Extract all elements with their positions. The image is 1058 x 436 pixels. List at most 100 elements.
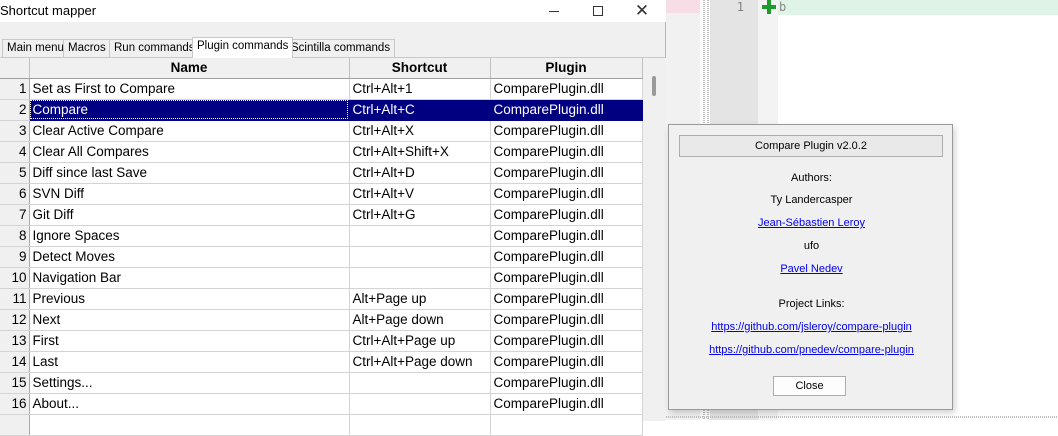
table-row[interactable]: 15 Settings... ComparePlugin.dll: [0, 372, 643, 394]
tab-run-commands[interactable]: Run commands: [109, 39, 200, 57]
row-number[interactable]: 6: [0, 183, 30, 205]
cell-plugin[interactable]: ComparePlugin.dll: [490, 204, 643, 226]
cell-shortcut[interactable]: Ctrl+Alt+C: [349, 99, 491, 121]
cell-shortcut[interactable]: [349, 267, 491, 289]
table-row[interactable]: 2 Compare Ctrl+Alt+C ComparePlugin.dll: [0, 99, 643, 121]
vertical-scrollbar[interactable]: [643, 58, 666, 421]
about-close-button[interactable]: Close: [773, 376, 846, 396]
cell-name[interactable]: Compare: [29, 99, 350, 121]
cell-plugin[interactable]: ComparePlugin.dll: [490, 183, 643, 205]
table-row[interactable]: 3 Clear Active Compare Ctrl+Alt+X ComparePl…: [0, 120, 643, 142]
cell-name[interactable]: Clear Active Compare: [29, 120, 350, 142]
maximize-button[interactable]: [576, 0, 620, 22]
column-header-plugin[interactable]: Plugin: [490, 58, 643, 79]
cell-plugin[interactable]: ComparePlugin.dll: [490, 246, 643, 268]
cell-plugin[interactable]: ComparePlugin.dll: [490, 351, 643, 373]
cell-plugin[interactable]: ComparePlugin.dll: [490, 225, 643, 247]
cell-plugin[interactable]: ComparePlugin.dll: [490, 99, 643, 121]
cell-shortcut[interactable]: Ctrl+Alt+Page down: [349, 351, 491, 373]
row-number[interactable]: 16: [0, 393, 30, 415]
row-number[interactable]: 5: [0, 162, 30, 184]
cell-shortcut[interactable]: [349, 225, 491, 247]
cell-name[interactable]: Ignore Spaces: [29, 225, 350, 247]
cell-name[interactable]: Navigation Bar: [29, 267, 350, 289]
table-row[interactable]: 5 Diff since last Save Ctrl+Alt+D ComparePl…: [0, 162, 643, 184]
cell-shortcut[interactable]: [349, 372, 491, 394]
row-number[interactable]: 2: [0, 99, 30, 121]
cell-shortcut[interactable]: Ctrl+Alt+Page up: [349, 330, 491, 352]
table-row[interactable]: 8 Ignore Spaces ComparePlugin.dll: [0, 225, 643, 247]
cell-shortcut[interactable]: [349, 414, 491, 436]
cell-name[interactable]: Diff since last Save: [29, 162, 350, 184]
row-number[interactable]: 11: [0, 288, 30, 310]
cell-name[interactable]: First: [29, 330, 350, 352]
row-number[interactable]: [0, 414, 30, 436]
row-number[interactable]: 9: [0, 246, 30, 268]
cell-name[interactable]: Set as First to Compare: [29, 78, 350, 100]
cell-plugin[interactable]: ComparePlugin.dll: [490, 288, 643, 310]
table-row[interactable]: 6 SVN Diff Ctrl+Alt+V ComparePlugin.dll: [0, 183, 643, 205]
table-row[interactable]: 11 Previous Alt+Page up ComparePlugin.dll: [0, 288, 643, 310]
cell-name[interactable]: [29, 414, 350, 436]
table-row[interactable]: 1 Set as First to Compare Ctrl+Alt+1 Compar…: [0, 78, 643, 100]
table-row[interactable]: 9 Detect Moves ComparePlugin.dll: [0, 246, 643, 268]
row-number[interactable]: 15: [0, 372, 30, 394]
title-bar[interactable]: Shortcut mapper ✕: [0, 0, 666, 22]
table-row[interactable]: 10 Navigation Bar ComparePlugin.dll: [0, 267, 643, 289]
cell-shortcut[interactable]: [349, 393, 491, 415]
cell-shortcut[interactable]: Ctrl+Alt+V: [349, 183, 491, 205]
row-number[interactable]: 13: [0, 330, 30, 352]
cell-plugin[interactable]: ComparePlugin.dll: [490, 162, 643, 184]
row-number[interactable]: 14: [0, 351, 30, 373]
cell-name[interactable]: Last: [29, 351, 350, 373]
table-row[interactable]: 4 Clear All Compares Ctrl+Alt+Shift+X Compa…: [0, 141, 643, 163]
row-number[interactable]: 10: [0, 267, 30, 289]
cell-shortcut[interactable]: Alt+Page up: [349, 288, 491, 310]
tab-plugin-commands[interactable]: Plugin commands: [192, 37, 294, 58]
table-row[interactable]: 12 Next Alt+Page down ComparePlugin.dll: [0, 309, 643, 331]
row-number[interactable]: 4: [0, 141, 30, 163]
scroll-thumb[interactable]: [652, 76, 656, 96]
cell-plugin[interactable]: [490, 414, 643, 436]
cell-name[interactable]: Detect Moves: [29, 246, 350, 268]
cell-plugin[interactable]: ComparePlugin.dll: [490, 267, 643, 289]
cell-plugin[interactable]: ComparePlugin.dll: [490, 330, 643, 352]
tab-macros[interactable]: Macros: [63, 39, 111, 57]
cell-name[interactable]: Git Diff: [29, 204, 350, 226]
cell-plugin[interactable]: ComparePlugin.dll: [490, 78, 643, 100]
table-row[interactable]: 16 About... ComparePlugin.dll: [0, 393, 643, 415]
author-link[interactable]: Jean-Sébastien Leroy: [758, 217, 865, 229]
cell-plugin[interactable]: ComparePlugin.dll: [490, 141, 643, 163]
cell-shortcut[interactable]: Ctrl+Alt+X: [349, 120, 491, 142]
plugin-version-button[interactable]: Compare Plugin v2.0.2: [679, 135, 943, 157]
close-button[interactable]: ✕: [620, 0, 664, 22]
project-link[interactable]: https://github.com/jsleroy/compare-plugi…: [711, 321, 912, 333]
cell-shortcut[interactable]: Ctrl+Alt+D: [349, 162, 491, 184]
cell-plugin[interactable]: ComparePlugin.dll: [490, 372, 643, 394]
row-number[interactable]: 7: [0, 204, 30, 226]
cell-name[interactable]: About...: [29, 393, 350, 415]
row-number[interactable]: 8: [0, 225, 30, 247]
cell-shortcut[interactable]: Ctrl+Alt+Shift+X: [349, 141, 491, 163]
table-row[interactable]: [0, 414, 643, 436]
code-text[interactable]: b: [779, 0, 786, 15]
cell-name[interactable]: Previous: [29, 288, 350, 310]
cell-plugin[interactable]: ComparePlugin.dll: [490, 393, 643, 415]
cell-name[interactable]: Clear All Compares: [29, 141, 350, 163]
cell-shortcut[interactable]: [349, 246, 491, 268]
cell-plugin[interactable]: ComparePlugin.dll: [490, 309, 643, 331]
tab-scintilla-commands[interactable]: Scintilla commands: [286, 39, 396, 57]
author-link[interactable]: Pavel Nedev: [780, 263, 842, 275]
table-row[interactable]: 14 Last Ctrl+Alt+Page down ComparePlugin.dl…: [0, 351, 643, 373]
row-number[interactable]: 12: [0, 309, 30, 331]
cell-name[interactable]: Next: [29, 309, 350, 331]
row-number[interactable]: 1: [0, 78, 30, 100]
table-row[interactable]: 13 First Ctrl+Alt+Page up ComparePlugin.dll: [0, 330, 643, 352]
column-header-name[interactable]: Name: [29, 58, 350, 79]
tab-main-menu[interactable]: Main menu: [2, 39, 69, 57]
table-row[interactable]: 7 Git Diff Ctrl+Alt+G ComparePlugin.dll: [0, 204, 643, 226]
row-number[interactable]: 3: [0, 120, 30, 142]
cell-name[interactable]: SVN Diff: [29, 183, 350, 205]
column-header-shortcut[interactable]: Shortcut: [349, 58, 491, 79]
cell-name[interactable]: Settings...: [29, 372, 350, 394]
